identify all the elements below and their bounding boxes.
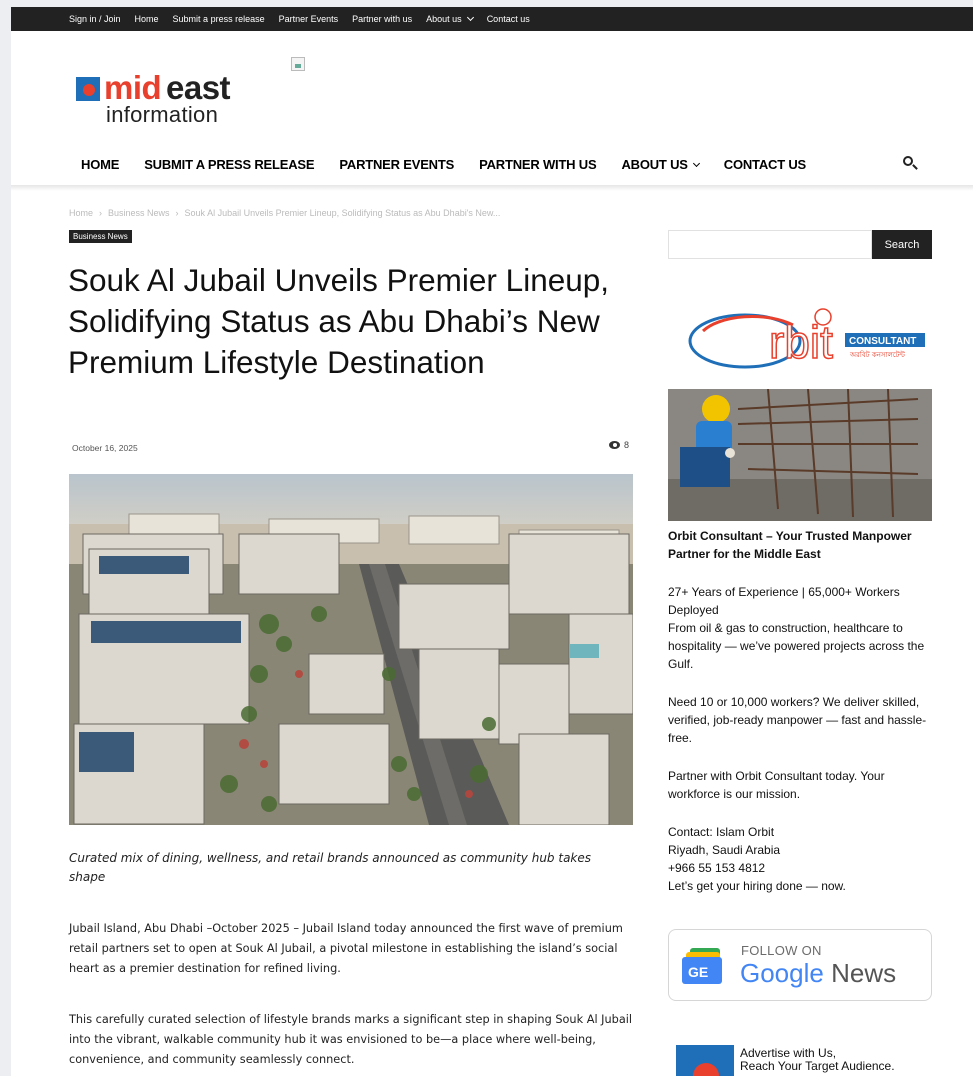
- category-badge[interactable]: Business News: [69, 230, 132, 243]
- eye-icon: [609, 441, 620, 449]
- topbar-about-link[interactable]: About us: [426, 13, 474, 24]
- orbit-logo-subtitle: অরবিট কনসালটেন্ট: [849, 350, 905, 359]
- ad-headline: Orbit Consultant – Your Trusted Manpower…: [668, 529, 912, 561]
- breadcrumb-separator: ›: [175, 208, 179, 218]
- google-news-news: News: [831, 958, 897, 988]
- nav-submit-press-release[interactable]: SUBMIT A PRESS RELEASE: [144, 157, 314, 172]
- topbar-home-link[interactable]: Home: [135, 14, 159, 24]
- nav-divider: [11, 185, 973, 191]
- google-news-follow-button[interactable]: GE FOLLOW ON Google News: [668, 929, 932, 1001]
- topbar-signin-link[interactable]: Sign in / Join: [69, 14, 121, 24]
- google-news-icon: GE: [682, 948, 722, 984]
- nav-home[interactable]: HOME: [81, 157, 119, 172]
- topbar-submit-link[interactable]: Submit a press release: [173, 14, 265, 24]
- article-caption: Curated mix of dining, wellness, and ret…: [69, 851, 591, 885]
- article-date: October 16, 2025: [72, 443, 138, 453]
- advertise-banner[interactable]: Advertise with Us, Reach Your Target Aud…: [676, 1045, 936, 1076]
- nav-about-us[interactable]: ABOUT US: [621, 157, 700, 172]
- ad-worker-image[interactable]: [668, 389, 932, 521]
- article-paragraph: Jubail Island, Abu Dhabi –October 2025 –…: [69, 922, 623, 975]
- breadcrumb-home[interactable]: Home: [69, 208, 93, 218]
- sidebar-search: Search: [668, 230, 932, 259]
- topbar-about-label: About us: [426, 14, 462, 24]
- ad-paragraph: Need 10 or 10,000 workers? We deliver sk…: [668, 695, 927, 745]
- top-bar: Sign in / Join Home Submit a press relea…: [11, 7, 973, 31]
- ad-paragraph: 27+ Years of Experience | 65,000+ Worker…: [668, 585, 925, 671]
- view-count-value: 8: [624, 440, 630, 450]
- breadcrumb-category[interactable]: Business News: [108, 208, 170, 218]
- search-icon[interactable]: [901, 154, 921, 174]
- nav-about-label: ABOUT US: [621, 157, 688, 172]
- article-title: Souk Al Jubail Unveils Premier Lineup, S…: [68, 262, 610, 380]
- chevron-down-icon: [466, 13, 474, 22]
- hero-image: [69, 474, 633, 825]
- page: Sign in / Join Home Submit a press relea…: [11, 7, 973, 1076]
- sidebar-search-button[interactable]: Search: [872, 230, 932, 259]
- advertise-text: Advertise with Us, Reach Your Target Aud…: [740, 1046, 895, 1073]
- nav-partner-events[interactable]: PARTNER EVENTS: [339, 157, 454, 172]
- topbar-contact-link[interactable]: Contact us: [487, 14, 530, 24]
- orbit-logo-mark: rbit: [769, 316, 833, 368]
- breadcrumb-separator: ›: [99, 208, 103, 218]
- orbit-logo-badge: CONSULTANT: [849, 336, 916, 347]
- breadcrumb-current: Souk Al Jubail Unveils Premier Lineup, S…: [184, 208, 501, 218]
- google-news-badge: GE: [688, 964, 708, 980]
- site-logo[interactable]: mid east information: [75, 67, 265, 131]
- google-news-label: Google News: [740, 958, 896, 989]
- google-news-follow-label: FOLLOW ON: [741, 943, 822, 958]
- nav-contact-us[interactable]: CONTACT US: [724, 157, 806, 172]
- ad-paragraph: Partner with Orbit Consultant today. You…: [668, 769, 885, 801]
- logo-information: information: [106, 102, 219, 127]
- google-news-google: Google: [740, 958, 824, 988]
- topbar-partner-events-link[interactable]: Partner Events: [279, 14, 339, 24]
- view-count: 8: [609, 440, 629, 450]
- logo-dot: [83, 84, 95, 96]
- breadcrumb: Home › Business News › Souk Al Jubail Un…: [69, 208, 500, 218]
- broken-image-icon: [291, 57, 305, 71]
- sidebar-search-input[interactable]: [668, 230, 872, 259]
- main-nav: HOME SUBMIT A PRESS RELEASE PARTNER EVEN…: [81, 157, 831, 172]
- topbar-partner-with-us-link[interactable]: Partner with us: [352, 14, 412, 24]
- orbit-logo[interactable]: rbit CONSULTANT অরবিট কনসালটেন্ট: [683, 303, 933, 375]
- article-paragraph: This carefully curated selection of life…: [69, 1013, 633, 1066]
- nav-partner-with-us[interactable]: PARTNER WITH US: [479, 157, 597, 172]
- ad-contact: Contact: Islam Orbit Riyadh, Saudi Arabi…: [668, 825, 846, 893]
- chevron-down-icon: [692, 159, 700, 167]
